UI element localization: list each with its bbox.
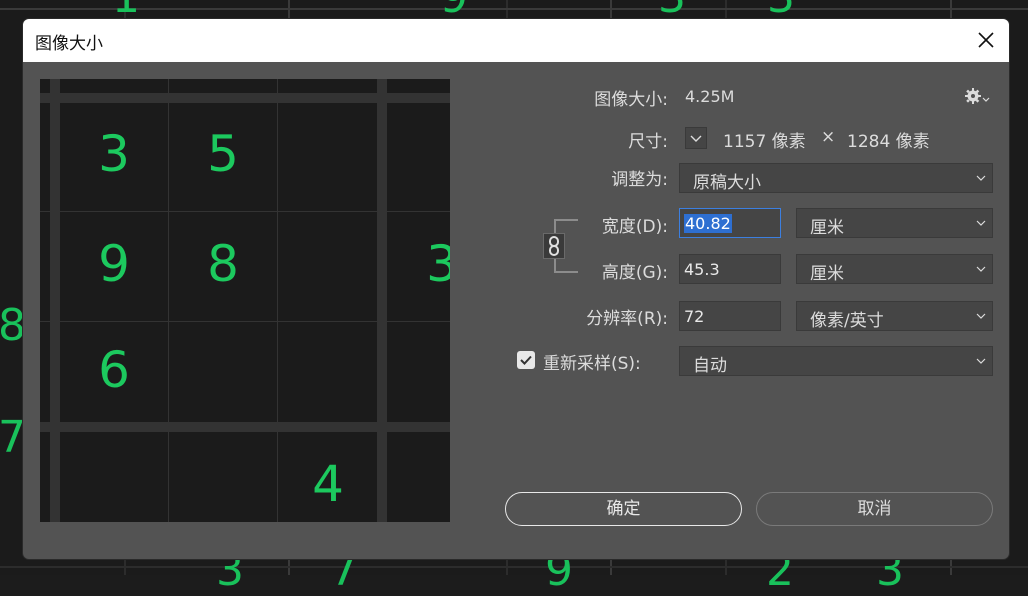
preview-digit: 3 [98,125,130,183]
chevron-down-icon [976,358,986,364]
dimensions-times: × [821,127,836,147]
image-size-label: 图像大小: [594,90,668,110]
preview-digit: 5 [207,125,239,183]
ok-button[interactable]: 确定 [505,492,742,526]
width-input-value: 40.82 [684,214,732,233]
preview-digit: 9 [98,235,130,293]
image-size-value: 4.25M [685,87,735,106]
chevron-down-icon [976,313,986,319]
preview-digit: 4 [312,455,344,513]
width-input[interactable]: 40.82 [679,208,781,238]
dimensions-label: 尺寸: [628,132,668,152]
close-icon [978,32,994,48]
chevron-down-icon [976,220,986,226]
width-label: 宽度(D): [601,217,668,237]
preview-digit: 8 [207,235,239,293]
resolution-input-value: 72 [684,307,705,326]
height-unit-value: 厘米 [810,264,844,284]
resolution-unit-value: 像素/英寸 [810,311,884,331]
height-input[interactable]: 45.3 [679,254,781,284]
dimensions-dropdown-button[interactable] [685,127,707,149]
fit-to-label: 调整为: [611,170,668,190]
height-input-value: 45.3 [684,260,720,279]
chevron-down-icon [976,175,986,181]
width-unit-select[interactable]: 厘米 [796,208,993,238]
cancel-button[interactable]: 取消 [756,492,993,526]
fit-to-value: 原稿大小 [693,173,761,193]
close-button[interactable] [971,25,1001,55]
image-size-dialog: 图像大小 3 5 9 8 3 6 4 图像大小: 4.25M 尺寸: 1157 … [23,19,1009,559]
chevron-down-icon [690,135,702,142]
dialog-title: 图像大小 [35,34,103,54]
resample-checkbox[interactable] [517,351,535,369]
width-unit-value: 厘米 [810,218,844,238]
resolution-input[interactable]: 72 [679,301,781,331]
height-unit-select[interactable]: 厘米 [796,254,993,284]
dimensions-height-value: 1284 像素 [847,132,930,152]
resample-label: 重新采样(S): [543,354,641,374]
dimensions-width-value: 1157 像素 [723,132,806,152]
resolution-label: 分辨率(R): [586,309,668,329]
chevron-down-icon [976,266,986,272]
image-preview[interactable]: 3 5 9 8 3 6 4 [40,79,450,522]
preview-digit: 3 [426,235,450,293]
dialog-titlebar: 图像大小 [23,19,1009,62]
preview-digit: 6 [98,341,130,399]
gear-icon [965,88,990,104]
checkmark-icon [520,355,532,365]
link-icon [549,236,559,256]
settings-gear-button[interactable] [963,85,991,107]
resolution-unit-select[interactable]: 像素/英寸 [796,301,993,331]
fit-to-select[interactable]: 原稿大小 [679,163,993,193]
height-label: 高度(G): [601,263,668,283]
resample-value: 自动 [693,356,727,376]
resample-select[interactable]: 自动 [679,346,993,376]
